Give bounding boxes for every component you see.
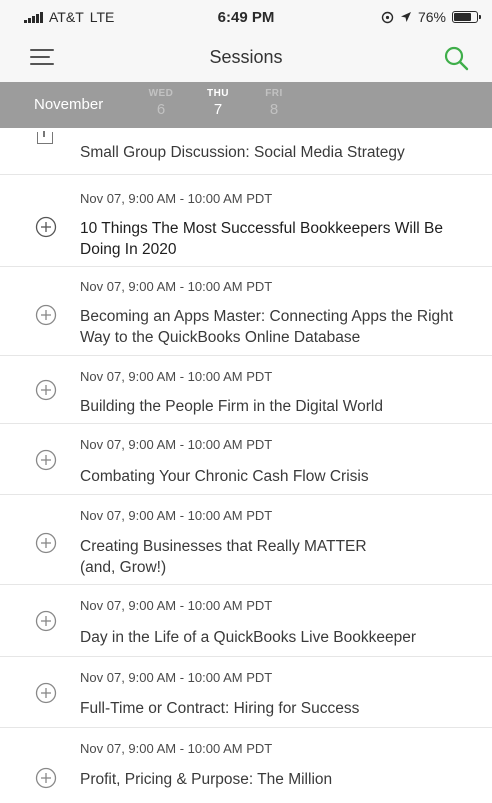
- day-number: 8: [269, 101, 279, 118]
- day-tab-thu[interactable]: THU 7: [198, 88, 238, 118]
- session-title: Creating Businesses that Really MATTER (…: [80, 538, 367, 576]
- session-list: Small Group Discussion: Social Media Str…: [0, 128, 492, 803]
- day-name: FRI: [265, 88, 283, 99]
- session-time: Nov 07, 9:00 AM - 10:00 AM PDT: [80, 508, 273, 523]
- session-title: Full-Time or Contract: Hiring for Succes…: [80, 700, 360, 717]
- session-row[interactable]: Nov 07, 9:00 AM - 10:00 AM PDT Creating …: [0, 495, 492, 585]
- session-title: Profit, Pricing & Purpose: The Million: [80, 771, 333, 788]
- session-time: Nov 07, 9:00 AM - 10:00 AM PDT: [80, 670, 273, 685]
- session-time: Nov 07, 9:00 AM - 10:00 AM PDT: [80, 741, 273, 756]
- session-time: Nov 07, 9:00 AM - 10:00 AM PDT: [80, 437, 273, 452]
- session-row[interactable]: Nov 07, 9:00 AM - 10:00 AM PDT Profit, P…: [0, 728, 492, 803]
- day-number: 7: [213, 101, 223, 118]
- day-tab-wed[interactable]: WED 6: [141, 88, 181, 118]
- battery-fill: [454, 13, 471, 21]
- status-bar: AT&T LTE 6:49 PM 76%: [0, 0, 492, 34]
- battery-icon: [452, 11, 481, 23]
- month-label: November: [34, 96, 104, 113]
- session-row[interactable]: Nov 07, 9:00 AM - 10:00 AM PDT Building …: [0, 356, 492, 424]
- session-row[interactable]: Nov 07, 9:00 AM - 10:00 AM PDT 10 Things…: [0, 175, 492, 267]
- session-row[interactable]: Small Group Discussion: Social Media Str…: [0, 128, 492, 175]
- add-circle-icon[interactable]: [35, 610, 57, 632]
- add-to-calendar-icon[interactable]: [37, 131, 53, 144]
- day-name: THU: [206, 88, 230, 99]
- add-circle-icon[interactable]: [35, 216, 57, 238]
- session-row[interactable]: Nov 07, 9:00 AM - 10:00 AM PDT Day in th…: [0, 585, 492, 657]
- session-time: Nov 07, 9:00 AM - 10:00 AM PDT: [80, 191, 273, 206]
- location-arrow-icon: [400, 12, 411, 22]
- session-row[interactable]: Nov 07, 9:00 AM - 10:00 AM PDT Becoming …: [0, 267, 492, 356]
- add-circle-icon[interactable]: [35, 379, 57, 401]
- session-title: Becoming an Apps Master: Connecting Apps…: [80, 308, 454, 346]
- search-icon[interactable]: [442, 44, 470, 72]
- add-circle-icon[interactable]: [35, 767, 57, 789]
- add-circle-icon[interactable]: [35, 532, 57, 554]
- session-title: Combating Your Chronic Cash Flow Crisis: [80, 468, 369, 485]
- session-time: Nov 07, 9:00 AM - 10:00 AM PDT: [80, 598, 273, 613]
- session-title: Day in the Life of a QuickBooks Live Boo…: [80, 629, 417, 646]
- status-right: 76%: [381, 9, 481, 25]
- day-tab-fri[interactable]: FRI 8: [254, 88, 294, 118]
- battery-percent: 76%: [417, 9, 446, 25]
- day-name: WED: [148, 88, 174, 99]
- day-number: 6: [156, 101, 166, 118]
- add-circle-icon[interactable]: [35, 304, 57, 326]
- add-circle-icon[interactable]: [35, 682, 57, 704]
- session-row[interactable]: Nov 07, 9:00 AM - 10:00 AM PDT Full-Time…: [0, 657, 492, 728]
- add-circle-icon[interactable]: [35, 449, 57, 471]
- date-strip: November WED 6 THU 7 FRI 8: [0, 82, 492, 128]
- session-time: Nov 07, 9:00 AM - 10:00 AM PDT: [80, 369, 273, 384]
- nav-bar: Sessions: [0, 34, 492, 82]
- session-title: Building the People Firm in the Digital …: [80, 398, 383, 415]
- page-title: Sessions: [209, 47, 283, 67]
- session-time: Nov 07, 9:00 AM - 10:00 AM PDT: [80, 279, 273, 294]
- session-title: Small Group Discussion: Social Media Str…: [80, 144, 405, 161]
- session-row[interactable]: Nov 07, 9:00 AM - 10:00 AM PDT Combating…: [0, 424, 492, 495]
- session-title: 10 Things The Most Successful Bookkeeper…: [80, 220, 443, 258]
- location-lock-icon: [381, 11, 394, 23]
